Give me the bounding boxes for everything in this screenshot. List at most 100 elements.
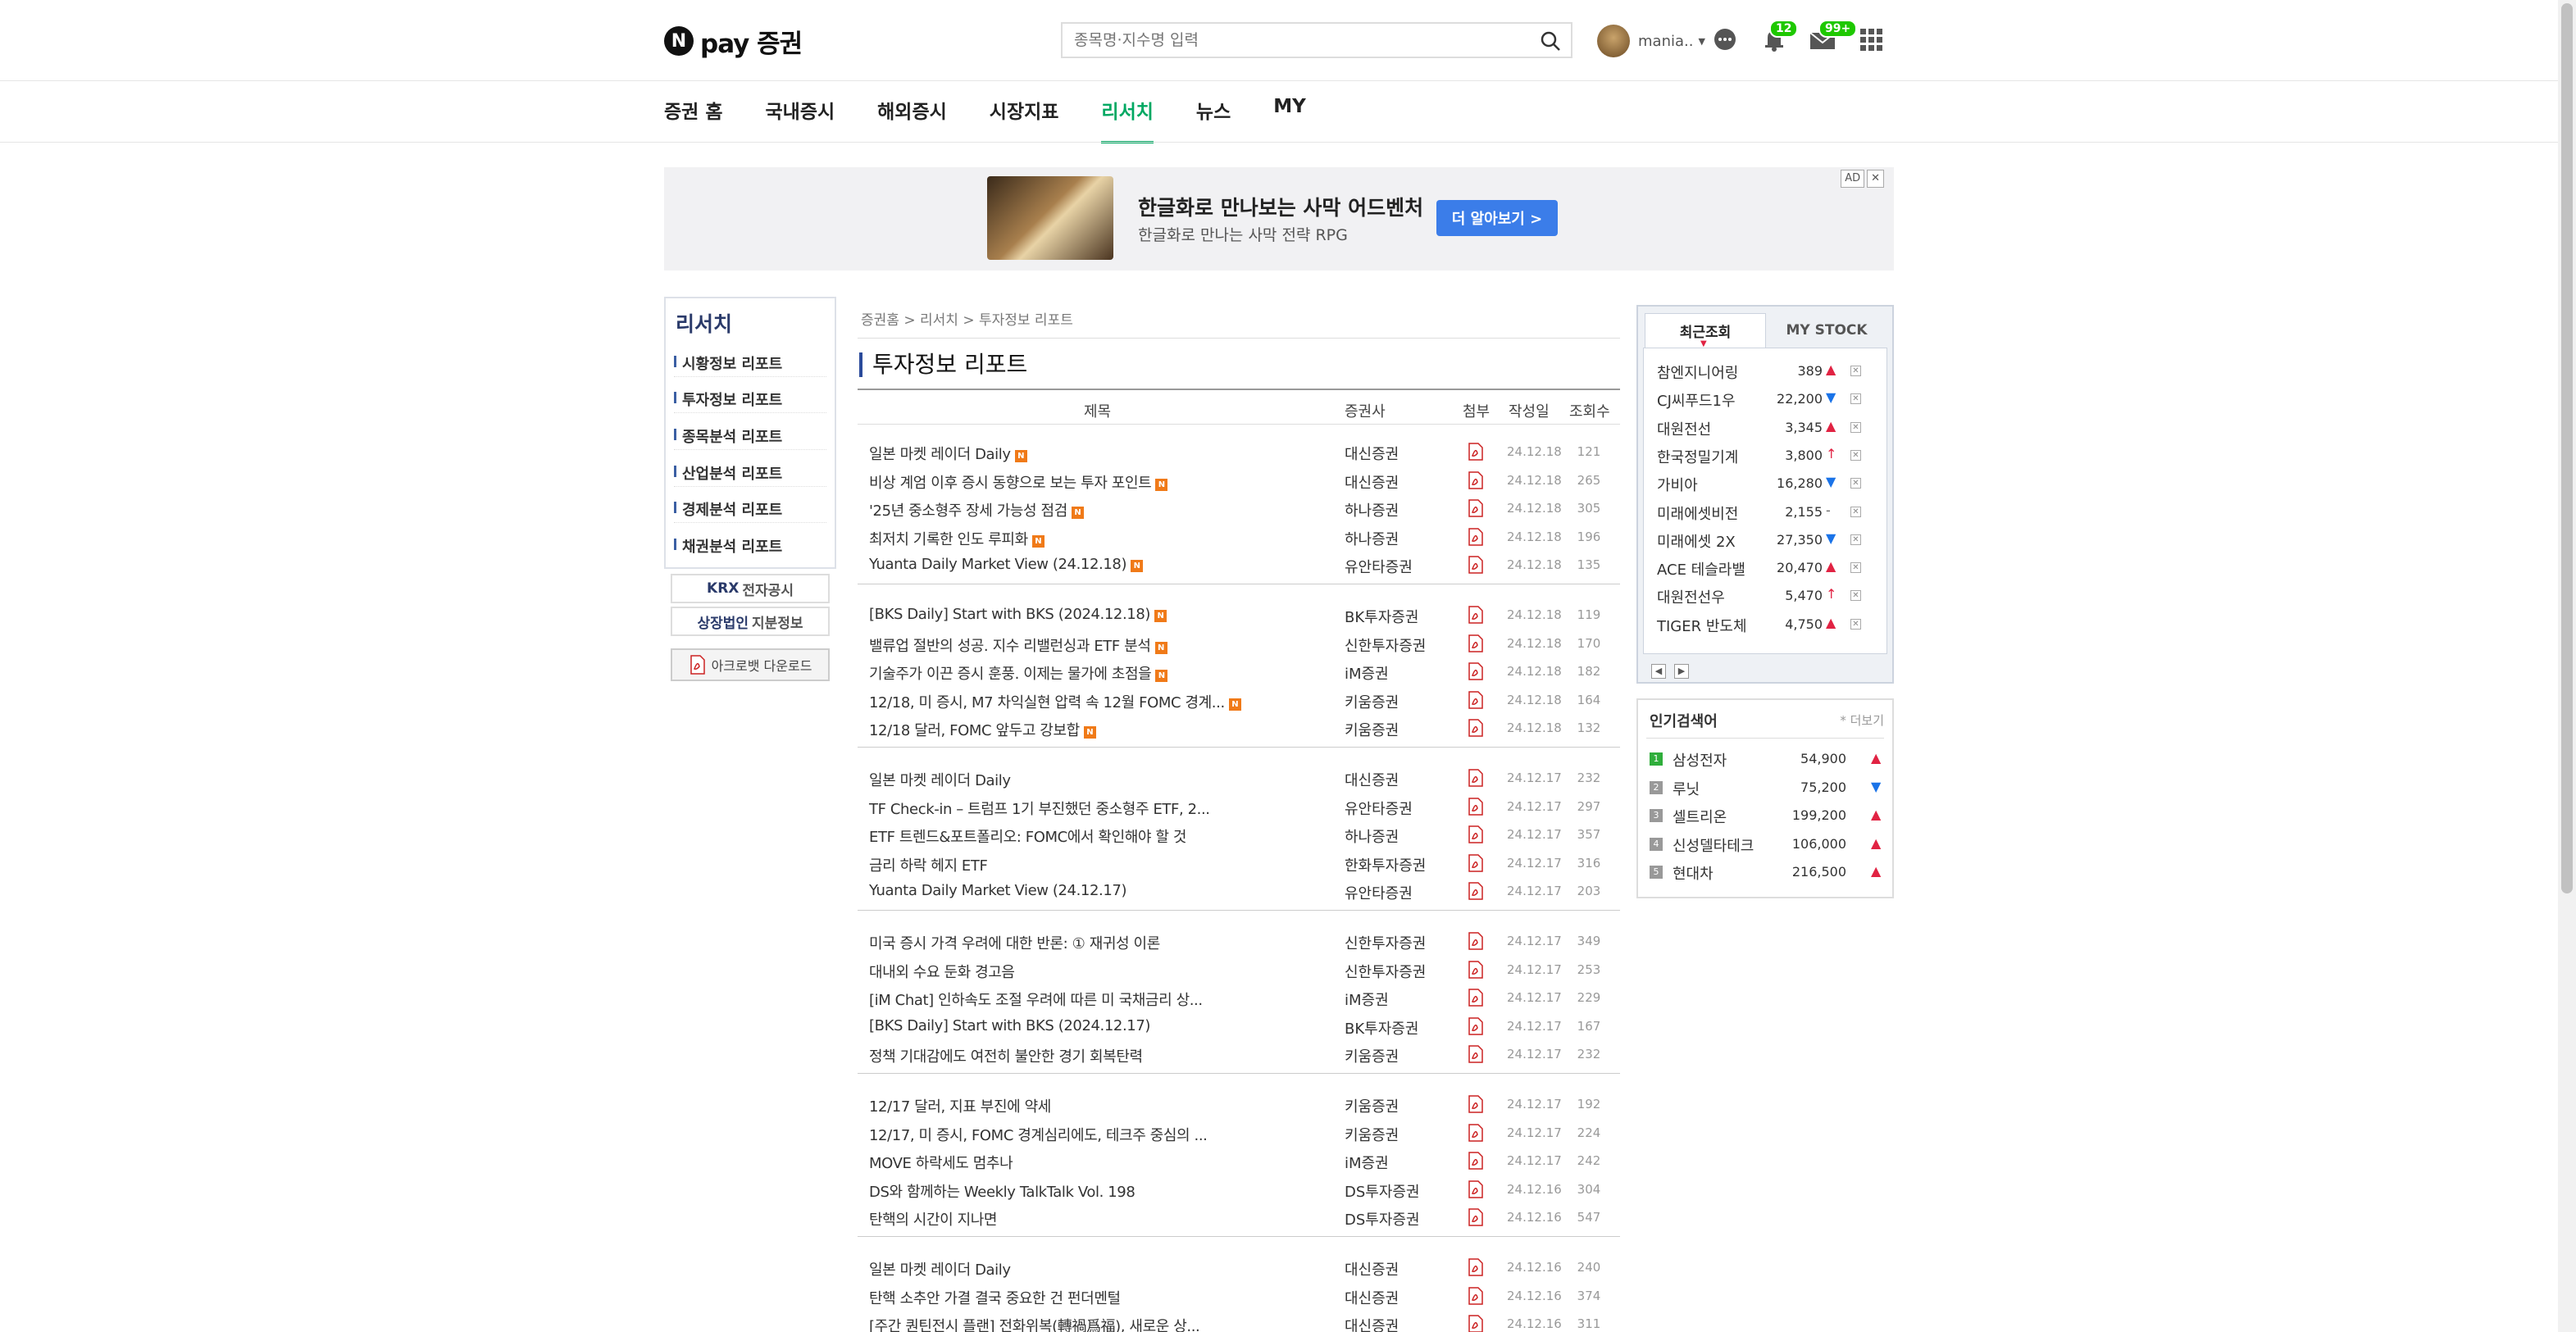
tab-mystock[interactable]: MY STOCK bbox=[1768, 313, 1886, 348]
remove-icon[interactable]: ✕ bbox=[1850, 393, 1861, 405]
nav-domestic[interactable]: 국내증시 bbox=[766, 94, 835, 143]
nav-research[interactable]: 리서치 bbox=[1101, 94, 1154, 143]
pdf-icon[interactable] bbox=[1468, 989, 1484, 1010]
breadcrumb-current[interactable]: 투자정보 리포트 bbox=[979, 312, 1073, 329]
listed-equity-link[interactable]: 상장법인 지분정보 bbox=[671, 607, 830, 636]
pdf-icon[interactable] bbox=[1468, 1208, 1484, 1230]
chat-icon[interactable] bbox=[1712, 26, 1738, 56]
search-icon[interactable] bbox=[1540, 30, 1561, 55]
recent-stock-item[interactable]: 대원전선우 5,470 ↑ ✕ bbox=[1652, 581, 1882, 609]
report-title-link[interactable]: DS와 함께하는 Weekly TalkTalk Vol. 198 bbox=[869, 1180, 1136, 1202]
pdf-icon[interactable] bbox=[1468, 719, 1484, 740]
remove-icon[interactable]: ✕ bbox=[1850, 562, 1861, 574]
pdf-icon[interactable] bbox=[1468, 882, 1484, 903]
popular-stock-name[interactable]: 셀트리온 bbox=[1673, 806, 1727, 827]
pdf-icon[interactable] bbox=[1468, 662, 1484, 684]
recent-stock-item[interactable]: 참엔지니어링 389 ▲ ✕ bbox=[1652, 357, 1882, 384]
ad-learn-more-button[interactable]: 더 알아보기 > bbox=[1436, 200, 1558, 236]
acrobat-download-button[interactable]: 아크로뱃 다운로드 bbox=[671, 648, 830, 681]
report-title-link[interactable]: [iM Chat] 인하속도 조절 우려에 따른 미 국채금리 상... bbox=[869, 989, 1203, 1010]
report-title-link[interactable]: 12/17, 미 증시, FOMC 경계심리에도, 테크주 중심의 ... bbox=[869, 1124, 1208, 1145]
user-menu[interactable]: mania.. ▼ bbox=[1597, 23, 1705, 59]
pdf-icon[interactable] bbox=[1468, 1258, 1484, 1280]
report-title-link[interactable]: 탄핵 소추안 가결 결국 중요한 건 펀더멘털 bbox=[869, 1287, 1121, 1308]
remove-icon[interactable]: ✕ bbox=[1850, 449, 1861, 461]
popular-more-link[interactable]: * 더보기 bbox=[1840, 711, 1884, 729]
pdf-icon[interactable] bbox=[1468, 634, 1484, 656]
report-title-link[interactable]: 탄핵의 시간이 지나면 bbox=[869, 1208, 997, 1230]
pdf-icon[interactable] bbox=[1468, 528, 1484, 549]
report-title-link[interactable]: 미국 증시 가격 우려에 대한 반론: ① 재귀성 이론 bbox=[869, 932, 1160, 953]
pdf-icon[interactable] bbox=[1468, 499, 1484, 521]
remove-icon[interactable]: ✕ bbox=[1850, 421, 1861, 433]
sidebar-item-industry-report[interactable]: 산업분석 리포트 bbox=[674, 454, 826, 487]
report-title-link[interactable]: [주간 퀀틴전시 플랜] 전화위복(轉禍爲福), 새로운 상... bbox=[869, 1315, 1200, 1332]
popular-stock-name[interactable]: 신성델타테크 bbox=[1673, 834, 1754, 856]
report-title-link[interactable]: Yuanta Daily Market View (24.12.17) bbox=[869, 882, 1126, 899]
sidebar-item-market-report[interactable]: 시황정보 리포트 bbox=[674, 344, 826, 377]
recent-stock-item[interactable]: 대원전선 3,345 ▲ ✕ bbox=[1652, 413, 1882, 441]
pdf-icon[interactable] bbox=[1468, 960, 1484, 982]
report-title-link[interactable]: 일본 마켓 레이더 Daily bbox=[869, 1258, 1011, 1280]
popular-item[interactable]: 5 현대차 216,500 ▲ bbox=[1650, 857, 1886, 885]
breadcrumb-research[interactable]: 리서치 bbox=[920, 312, 958, 329]
next-page-button[interactable]: ▶ bbox=[1674, 664, 1689, 679]
report-title-link[interactable]: 12/18 달러, FOMC 앞두고 강보합 N bbox=[869, 719, 1096, 740]
remove-icon[interactable]: ✕ bbox=[1850, 478, 1861, 489]
ad-banner[interactable]: 한글화로 만나보는 사막 어드벤처 한글화로 만나는 사막 전략 RPG 더 알… bbox=[664, 167, 1894, 270]
report-title-link[interactable]: 금리 하락 헤지 ETF bbox=[869, 854, 988, 875]
pdf-icon[interactable] bbox=[1468, 854, 1484, 875]
popular-item[interactable]: 2 루닛 75,200 ▼ bbox=[1650, 773, 1886, 801]
report-title-link[interactable]: ETF 트렌드&포트폴리오: FOMC에서 확인해야 할 것 bbox=[869, 825, 1186, 847]
ad-title[interactable]: 한글화로 만나보는 사막 어드벤처 bbox=[1138, 192, 1423, 221]
recent-stock-item[interactable]: 미래에셋비전 2,155- ✕ bbox=[1652, 498, 1882, 525]
pdf-icon[interactable] bbox=[1468, 691, 1484, 712]
pdf-icon[interactable] bbox=[1468, 797, 1484, 819]
pdf-icon[interactable] bbox=[1468, 769, 1484, 790]
report-title-link[interactable]: 기술주가 이끈 증시 훈풍. 이제는 물가에 초점을 N bbox=[869, 662, 1168, 684]
stock-name[interactable]: 한국정밀기계 bbox=[1657, 446, 1738, 467]
report-title-link[interactable]: 12/18, 미 증시, M7 차익실현 압력 속 12월 FOMC 경계...… bbox=[869, 691, 1241, 712]
popular-item[interactable]: 3 셀트리온 199,200 ▲ bbox=[1650, 801, 1886, 829]
pdf-icon[interactable] bbox=[1468, 556, 1484, 577]
stock-name[interactable]: CJ씨푸드1우 bbox=[1657, 389, 1736, 411]
report-title-link[interactable]: [BKS Daily] Start with BKS (2024.12.18) N bbox=[869, 606, 1167, 623]
recent-stock-item[interactable]: 한국정밀기계 3,800 ↑ ✕ bbox=[1652, 441, 1882, 469]
recent-stock-item[interactable]: ACE 테슬라밸 20,470 ▲ ✕ bbox=[1652, 553, 1882, 581]
pdf-icon[interactable] bbox=[1468, 1180, 1484, 1202]
stock-name[interactable]: 대원전선 bbox=[1657, 418, 1711, 439]
report-title-link[interactable]: 대내외 수요 둔화 경고음 bbox=[869, 961, 1015, 982]
report-title-link[interactable]: 일본 마켓 레이더 Daily N bbox=[869, 443, 1027, 464]
report-title-link[interactable]: TF Check-in – 트럼프 1기 부진했던 중소형주 ETF, 2... bbox=[869, 798, 1210, 819]
report-title-link[interactable]: [BKS Daily] Start with BKS (2024.12.17) bbox=[869, 1017, 1150, 1034]
app-grid-icon[interactable] bbox=[1859, 28, 1884, 56]
report-title-link[interactable]: '25년 중소형주 장세 가능성 점검 N bbox=[869, 499, 1084, 521]
pdf-icon[interactable] bbox=[1468, 606, 1484, 627]
pdf-icon[interactable] bbox=[1468, 1315, 1484, 1332]
popular-stock-name[interactable]: 루닛 bbox=[1673, 778, 1700, 799]
report-title-link[interactable]: 정책 기대감에도 여전히 불안한 경기 회복탄력 bbox=[869, 1045, 1143, 1066]
krx-disclosure-link[interactable]: KRX 전자공시 bbox=[671, 574, 830, 603]
remove-icon[interactable]: ✕ bbox=[1850, 618, 1861, 630]
pdf-icon[interactable] bbox=[1468, 1123, 1484, 1145]
nav-my[interactable]: MY bbox=[1273, 94, 1306, 143]
prev-page-button[interactable]: ◀ bbox=[1651, 664, 1666, 679]
pdf-icon[interactable] bbox=[1468, 471, 1484, 493]
recent-stock-item[interactable]: 가비아 16,280 ▼ ✕ bbox=[1652, 469, 1882, 497]
nav-overseas[interactable]: 해외증시 bbox=[877, 94, 947, 143]
sidebar-item-invest-report[interactable]: 투자정보 리포트 bbox=[674, 380, 826, 413]
recent-stock-item[interactable]: CJ씨푸드1우 22,200 ▼ ✕ bbox=[1652, 384, 1882, 412]
report-title-link[interactable]: 최저치 기록한 인도 루피화 N bbox=[869, 528, 1045, 549]
report-title-link[interactable]: MOVE 하락세도 멈추나 bbox=[869, 1152, 1013, 1173]
stock-name[interactable]: 참엔지니어링 bbox=[1657, 361, 1738, 383]
popular-item[interactable]: 4 신성델타테크 106,000 ▲ bbox=[1650, 830, 1886, 857]
stock-name[interactable]: ACE 테슬라밸 bbox=[1657, 558, 1745, 580]
pdf-icon[interactable] bbox=[1468, 1095, 1484, 1116]
pdf-icon[interactable] bbox=[1468, 1017, 1484, 1039]
report-title-link[interactable]: 밸류업 절반의 성공. 지수 리밸런싱과 ETF 분석 N bbox=[869, 634, 1167, 656]
report-title-link[interactable]: 비상 계엄 이후 증시 동향으로 보는 투자 포인트 N bbox=[869, 471, 1168, 493]
pdf-icon[interactable] bbox=[1468, 932, 1484, 953]
remove-icon[interactable]: ✕ bbox=[1850, 590, 1861, 602]
pdf-icon[interactable] bbox=[1468, 1152, 1484, 1173]
popular-item[interactable]: 1 삼성전자 54,900 ▲ bbox=[1650, 744, 1886, 772]
